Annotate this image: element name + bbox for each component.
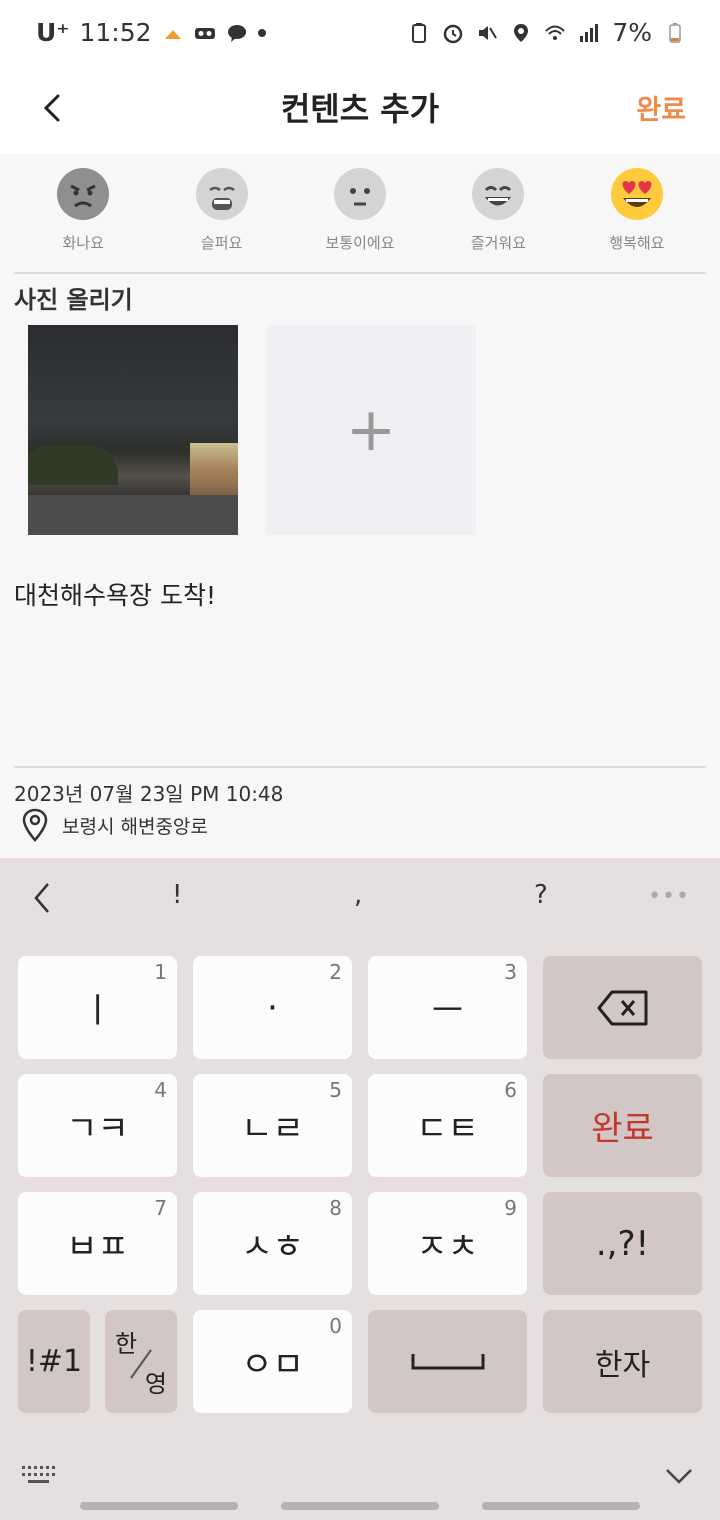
emotion-joyful[interactable]: 즐거워요: [429, 160, 567, 272]
key-vowel-i[interactable]: ㅣ1: [18, 956, 177, 1059]
emotion-happy[interactable]: 행복해요: [568, 160, 706, 272]
emotion-neutral[interactable]: 보통이에요: [291, 160, 429, 272]
chevron-left-icon[interactable]: [30, 880, 54, 916]
symbols-key[interactable]: !#1: [18, 1310, 90, 1413]
key-vowel-dot[interactable]: · 2: [193, 956, 352, 1059]
app-header: 컨텐츠 추가 완료: [0, 68, 720, 154]
location-row[interactable]: 보령시 해변중앙로: [22, 808, 208, 842]
chat-icon: [227, 24, 246, 42]
key-ieung[interactable]: ㅇㅁ 0: [193, 1310, 352, 1413]
key-digeut[interactable]: ㄷㅌ 6: [368, 1074, 527, 1177]
location-status-icon: [514, 23, 529, 42]
add-photo-button[interactable]: +: [266, 325, 476, 535]
battery-percent: 7%: [612, 18, 652, 47]
emotion-label: 슬퍼요: [200, 234, 243, 252]
emotion-label: 화나요: [62, 234, 104, 252]
key-nieun[interactable]: ㄴㄹ 5: [193, 1074, 352, 1177]
mute-icon: [479, 25, 498, 40]
suggestion-comma[interactable]: ,: [354, 880, 362, 910]
emotion-sad[interactable]: 슬퍼요: [152, 160, 290, 272]
sad-face-icon: [195, 168, 248, 220]
location-pin-icon: [22, 808, 48, 842]
key-bieup[interactable]: ㅂㅍ 7: [18, 1192, 177, 1295]
signal-icon: [580, 23, 599, 42]
battery-saver-icon: [412, 22, 427, 43]
suggestion-question[interactable]: ?: [534, 880, 548, 910]
emotion-angry[interactable]: 화나요: [14, 160, 152, 272]
punctuation-key[interactable]: .,?!: [543, 1192, 702, 1295]
nav-bar-segment: [80, 1502, 238, 1510]
alarm-icon: [444, 24, 463, 43]
lang-english-label: 영: [144, 1370, 167, 1398]
notification-icon: [164, 29, 181, 39]
more-notifications-dot: [257, 28, 266, 37]
plus-icon: +: [345, 395, 397, 465]
status-time: 11:52: [79, 18, 152, 47]
photo-section-title: 사진 올리기: [14, 286, 133, 314]
done-button[interactable]: 완료: [636, 88, 686, 127]
chevron-down-icon[interactable]: [664, 1466, 694, 1486]
location-text: 보령시 해변중앙로: [62, 815, 208, 838]
content-text-input[interactable]: 대천해수욕장 도착!: [14, 576, 216, 612]
post-datetime: 2023년 07월 23일 PM 10:48: [14, 782, 284, 806]
neutral-face-icon: [334, 168, 387, 220]
suggestion-bar: ! , ? •••: [0, 858, 720, 938]
voicemail-icon: [194, 27, 215, 39]
backspace-key[interactable]: [543, 956, 702, 1059]
emotion-label: 행복해요: [609, 234, 665, 252]
keyboard-grid-icon[interactable]: [22, 1466, 56, 1488]
emotion-label: 즐거워요: [470, 234, 527, 252]
grinning-face-icon: [472, 168, 525, 220]
more-options-icon[interactable]: •••: [648, 884, 690, 909]
key-giyeok[interactable]: ㄱㅋ 4: [18, 1074, 177, 1177]
key-jieut[interactable]: ㅈㅊ 9: [368, 1192, 527, 1295]
backspace-icon: [597, 990, 647, 1025]
keyboard: ! , ? ••• ㅣ1 · 2 ㅡ3 ㄱㅋ 4 ㄴㄹ 5 ㄷㅌ 6 완료 ㅂㅍ 7 ㅅㅎ…: [0, 858, 720, 1520]
uploaded-photo[interactable]: [28, 325, 238, 535]
space-icon: [411, 1353, 484, 1369]
battery-icon: [669, 22, 681, 43]
angry-face-icon: [57, 168, 110, 220]
wifi-icon: [545, 25, 566, 40]
suggestion-exclaim[interactable]: !: [172, 880, 182, 910]
divider: [14, 766, 706, 768]
key-vowel-eu[interactable]: ㅡ3: [368, 956, 527, 1059]
nav-bar-segment: [281, 1502, 439, 1510]
status-bar: U⁺ 11:52 7%: [0, 0, 720, 68]
carrier-label: U⁺: [36, 18, 70, 47]
emotion-selector: 화나요 슬퍼요 보통이에요 즐거워요 행복해요: [14, 160, 706, 274]
enter-done-key[interactable]: 완료: [543, 1074, 702, 1177]
hanja-key[interactable]: 한자: [543, 1310, 702, 1413]
language-toggle-key[interactable]: 한 영: [105, 1310, 177, 1413]
key-siot[interactable]: ㅅㅎ 8: [193, 1192, 352, 1295]
heart-eyes-face-icon: [610, 168, 663, 220]
space-key[interactable]: [368, 1310, 527, 1413]
page-title: 컨텐츠 추가: [280, 90, 440, 128]
emotion-label: 보통이에요: [325, 234, 395, 252]
nav-bar-segment: [482, 1502, 640, 1510]
